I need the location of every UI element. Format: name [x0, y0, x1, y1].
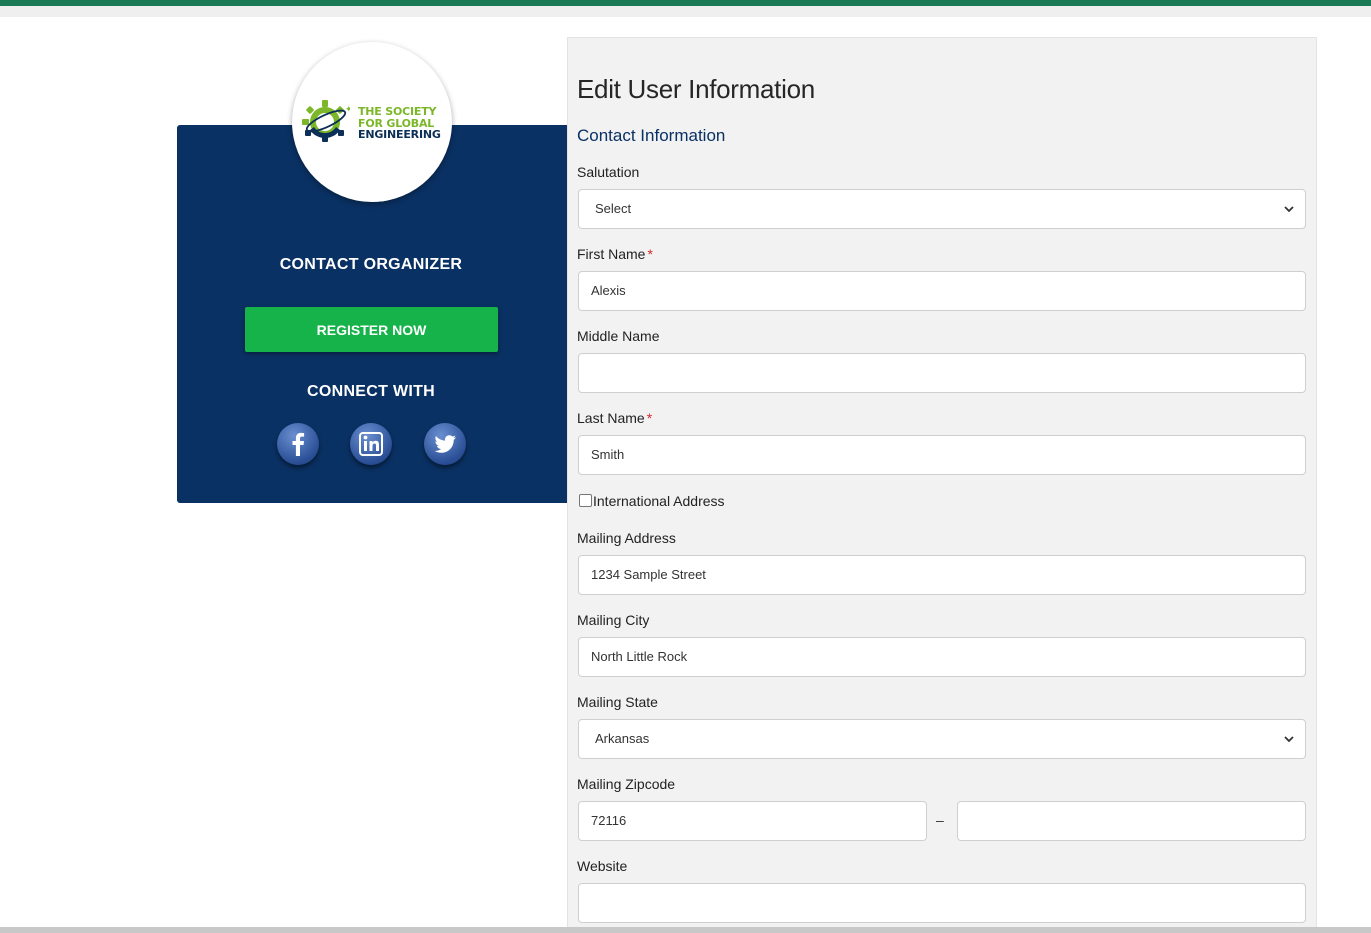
facebook-button[interactable] — [277, 423, 319, 465]
svg-text:✦: ✦ — [345, 105, 350, 115]
first-name-input[interactable]: Alexis — [578, 271, 1306, 311]
mailing-city-label: Mailing City — [577, 612, 650, 628]
last-name-label: Last Name * — [577, 410, 652, 426]
chevron-down-icon — [1284, 736, 1294, 743]
logo-wordmark: THE SOCIETY FOR GLOBAL ENGINEERING — [358, 105, 441, 141]
contact-organizer-link[interactable]: CONTACT ORGANIZER — [177, 256, 565, 274]
last-name-label-text: Last Name — [577, 410, 645, 426]
mailing-address-label: Mailing Address — [577, 530, 676, 546]
zipcode-separator: – — [936, 812, 944, 828]
mailing-state-select[interactable]: Arkansas — [578, 719, 1306, 759]
linkedin-icon — [359, 432, 383, 456]
gear-globe-icon: ✦ — [302, 100, 350, 142]
mailing-state-label: Mailing State — [577, 694, 658, 710]
page-title: Edit User Information — [577, 74, 815, 104]
twitter-icon — [434, 435, 456, 453]
bottom-scroll-edge — [0, 927, 1371, 933]
international-address-label[interactable]: International Address — [593, 493, 725, 509]
chevron-down-icon — [1284, 206, 1294, 213]
required-marker: * — [647, 246, 653, 262]
international-address-checkbox[interactable] — [579, 494, 592, 507]
section-title-contact: Contact Information — [577, 126, 726, 145]
linkedin-button[interactable] — [350, 423, 392, 465]
first-name-label-text: First Name — [577, 246, 646, 262]
middle-name-label: Middle Name — [577, 328, 660, 344]
salutation-select[interactable]: Select — [578, 189, 1306, 229]
middle-name-input[interactable] — [578, 353, 1306, 393]
mailing-zipcode-extension-input[interactable] — [957, 801, 1306, 841]
mailing-state-value: Arkansas — [595, 731, 650, 746]
website-input[interactable] — [578, 883, 1306, 923]
mailing-zipcode-input[interactable]: 72116 — [578, 801, 927, 841]
organizer-logo: ✦ THE SOCIETY FOR GLOBAL ENGINEERING — [292, 42, 452, 202]
salutation-label: Salutation — [577, 164, 640, 180]
connect-with-heading: CONNECT WITH — [306, 383, 436, 400]
top-strip — [0, 6, 1371, 17]
salutation-value: Select — [595, 201, 632, 216]
required-marker: * — [646, 410, 653, 426]
mailing-city-input[interactable]: North Little Rock — [578, 637, 1306, 677]
website-label: Website — [577, 858, 628, 874]
twitter-button[interactable] — [424, 423, 466, 465]
facebook-icon — [292, 432, 305, 456]
edit-user-form-panel — [567, 37, 1317, 933]
last-name-input[interactable]: Smith — [578, 435, 1306, 475]
first-name-label: First Name * — [577, 246, 653, 262]
register-now-button[interactable]: REGISTER NOW — [245, 307, 498, 352]
mailing-address-input[interactable]: 1234 Sample Street — [578, 555, 1306, 595]
mailing-zipcode-label: Mailing Zipcode — [577, 776, 676, 792]
